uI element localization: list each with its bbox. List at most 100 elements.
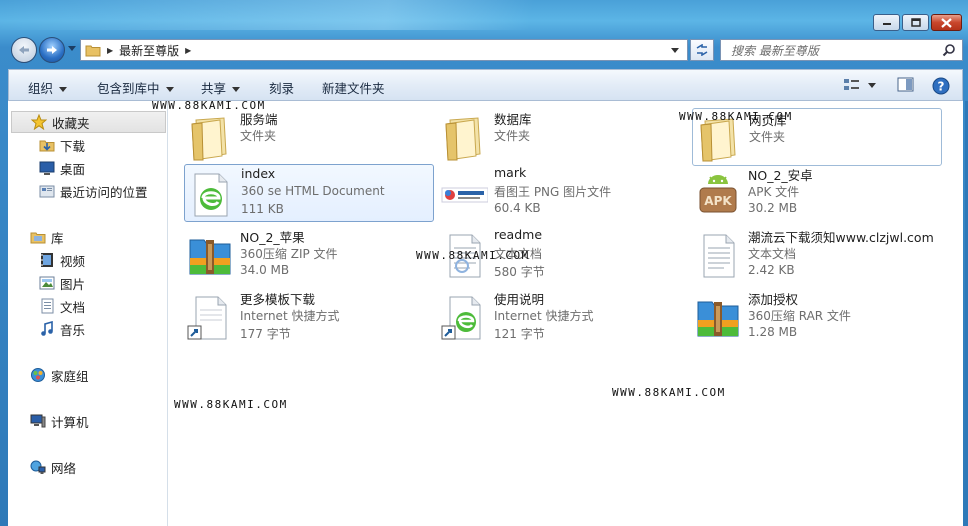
file-name: 使用说明 [494,292,545,307]
search-box[interactable] [720,39,963,61]
computer-icon [29,412,47,430]
file-item[interactable]: 服务端 文件夹 [184,108,434,166]
file-name: mark [494,165,527,180]
refresh-button[interactable] [690,39,714,61]
file-size: 2.42 KB [748,263,795,277]
breadcrumb-separator-icon[interactable]: ▶ [185,46,191,55]
library-icon [29,228,47,246]
sidebar-item-favorites[interactable]: 收藏夹 [11,111,166,133]
file-size: 34.0 MB [240,263,290,277]
organize-menu[interactable]: 组织 [28,78,68,97]
download-folder-icon [38,136,56,154]
music-icon [38,320,56,338]
watermark-text: WWW.88KAMI.COM [174,398,288,411]
file-size: 1.28 MB [748,325,798,339]
forward-button[interactable] [39,37,65,63]
sidebar-item-label: 家庭组 [51,368,89,384]
sidebar-item-libraries[interactable]: 库 [29,226,64,248]
navigation-pane: 收藏夹 下载 桌面 最近访问的位置 库 视频 图片 文档 音乐 家庭组 计算机 [8,101,168,526]
refresh-icon [696,44,708,56]
sidebar-item-recent-places[interactable]: 最近访问的位置 [38,180,148,202]
file-item[interactable]: 潮流云下载须知www.clzjwl.com 文本文档 2.42 KB [692,226,942,284]
android-apk-icon: APK [699,175,737,213]
zip-archive-icon [189,239,231,275]
preview-pane-icon [897,77,914,92]
sidebar-item-label: 音乐 [60,322,86,338]
file-size: 121 字节 [494,327,545,341]
svg-text:APK: APK [704,194,732,208]
sidebar-item-downloads[interactable]: 下载 [38,134,85,156]
sidebar-item-label: 库 [51,230,64,246]
close-button[interactable] [931,14,962,31]
sidebar-item-music[interactable]: 音乐 [38,318,85,340]
file-item[interactable]: mark 看图王 PNG 图片文件 60.4 KB [438,164,688,222]
file-item[interactable]: 数据库 文件夹 [438,108,688,166]
file-type: 文件夹 [494,129,531,143]
chevron-down-icon [165,87,174,92]
help-button[interactable]: ? [932,77,950,98]
watermark-text: WWW.88KAMI.COM [679,110,793,123]
sidebar-item-network[interactable]: 网络 [29,456,76,478]
sidebar-item-label: 收藏夹 [52,115,90,131]
svg-text:?: ? [938,80,945,94]
change-view-button[interactable] [843,77,877,96]
address-dropdown-icon[interactable] [671,48,679,53]
share-menu[interactable]: 共享 [201,78,241,97]
file-item[interactable]: index 360 se HTML Document 111 KB [184,164,434,222]
preview-pane-button[interactable] [897,77,915,96]
breadcrumb-separator-icon[interactable]: ▶ [107,46,113,55]
sidebar-item-homegroup[interactable]: 家庭组 [29,364,89,386]
search-icon[interactable] [942,43,956,57]
sidebar-item-videos[interactable]: 视频 [38,249,85,271]
file-item[interactable]: 使用说明 Internet 快捷方式 121 字节 [438,288,688,346]
burn-button[interactable]: 刻录 [269,78,294,97]
sidebar-item-label: 文档 [60,299,86,315]
chevron-down-icon [59,87,68,92]
breadcrumb-current[interactable]: 最新至尊版 [119,42,179,59]
caption-buttons [873,14,962,31]
sidebar-item-pictures[interactable]: 图片 [38,272,85,294]
address-row: ▶ 最新至尊版 ▶ [0,36,968,66]
maximize-button[interactable] [902,14,929,31]
file-type: APK 文件 [748,185,800,199]
file-name: NO_2_苹果 [240,230,305,245]
file-item[interactable]: APK NO_2_安卓 APK 文件 30.2 MB [692,164,942,222]
file-name: readme [494,227,543,242]
chevron-down-icon [232,87,241,92]
file-name: 添加授权 [748,292,799,307]
file-type: Internet 快捷方式 [494,309,594,323]
file-item[interactable]: NO_2_苹果 360压缩 ZIP 文件 34.0 MB [184,226,434,284]
network-icon [29,458,47,476]
folder-icon [191,117,227,161]
internet-shortcut-icon [187,296,227,340]
sidebar-item-computer[interactable]: 计算机 [29,410,89,432]
file-type: 文件夹 [749,130,786,144]
file-type: 360压缩 ZIP 文件 [240,247,338,261]
arrow-right-icon [47,46,57,54]
sidebar-item-label: 视频 [60,253,86,269]
new-folder-button[interactable]: 新建文件夹 [322,78,385,97]
star-icon [30,113,48,131]
sidebar-item-documents[interactable]: 文档 [38,295,85,317]
address-bar[interactable]: ▶ 最新至尊版 ▶ [80,39,688,61]
include-in-library-label: 包含到库中 [97,81,160,96]
minimize-button[interactable] [873,14,900,31]
include-in-library-menu[interactable]: 包含到库中 [97,78,174,97]
desktop-icon [38,159,56,177]
png-image-icon [441,187,488,203]
file-item[interactable]: 更多模板下载 Internet 快捷方式 177 字节 [184,288,434,346]
folder-icon [445,117,481,161]
pictures-icon [38,274,56,292]
file-type: 360 se HTML Document [241,184,385,198]
file-item[interactable]: 添加授权 360压缩 RAR 文件 1.28 MB [692,288,942,346]
file-type: 看图王 PNG 图片文件 [494,185,612,199]
sidebar-item-desktop[interactable]: 桌面 [38,157,85,179]
file-size: 111 KB [241,202,284,216]
video-icon [38,251,56,269]
back-button[interactable] [11,37,37,63]
folder-icon [85,45,101,57]
file-size: 580 字节 [494,265,545,279]
watermark-text: WWW.88KAMI.COM [416,249,530,262]
search-input[interactable] [729,41,933,61]
recent-pages-dropdown[interactable] [68,46,76,51]
